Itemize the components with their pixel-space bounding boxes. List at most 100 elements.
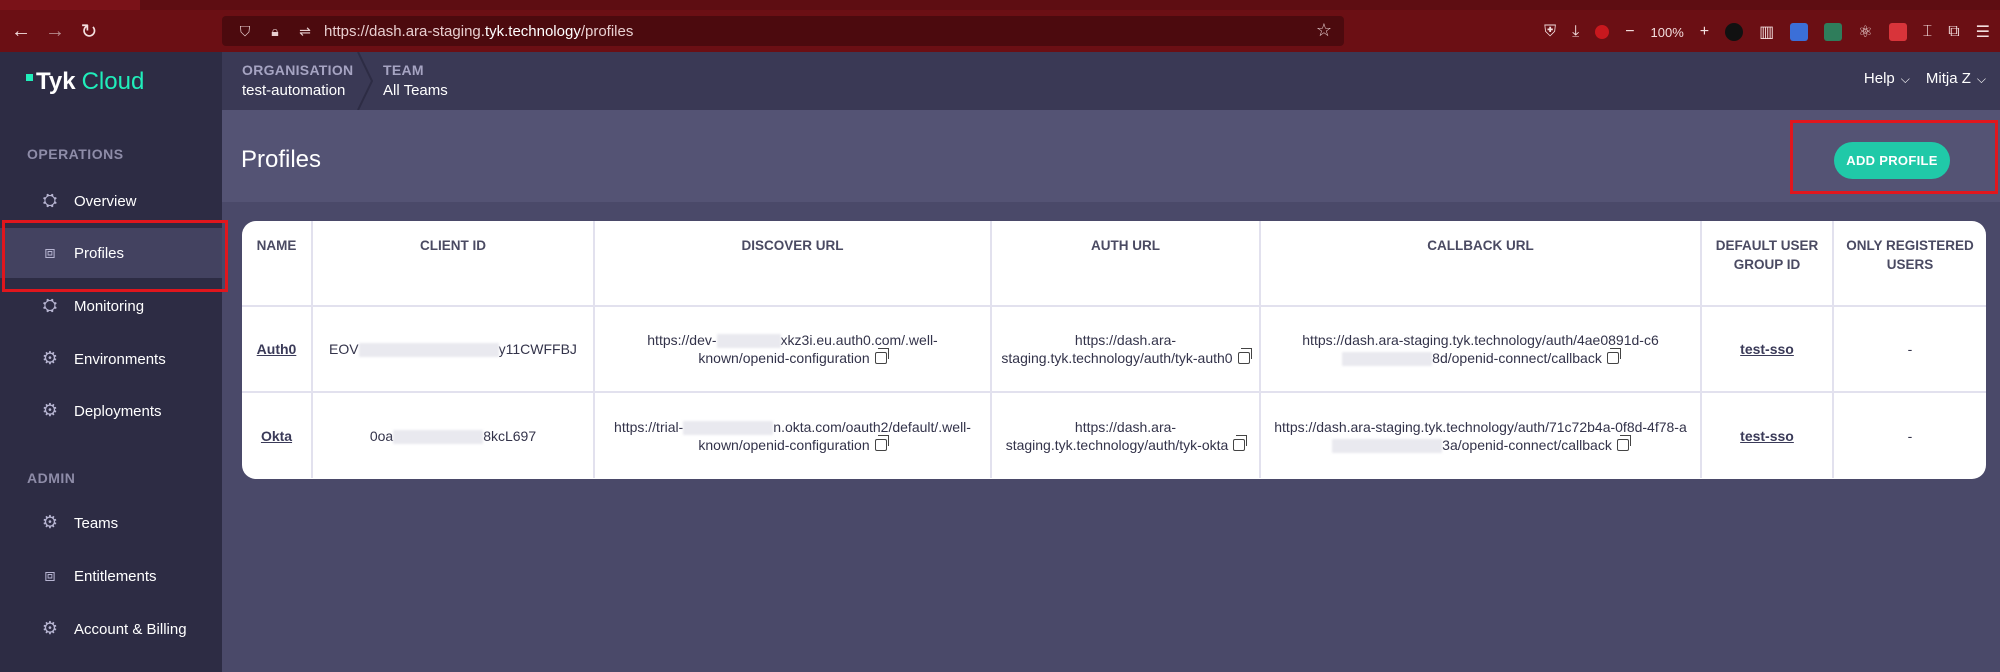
section-admin: ADMIN xyxy=(27,470,76,486)
sidebar-item-label: Deployments xyxy=(74,402,162,420)
profile-link-auth0[interactable]: Auth0 xyxy=(257,341,297,357)
profiles-table-card: NAME CLIENT ID DISCOVER URL AUTH URL CAL… xyxy=(242,221,1986,479)
sidebar-item-environments[interactable]: ⚙ Environments xyxy=(0,334,222,384)
redacted-block xyxy=(716,334,781,349)
zoom-in-icon[interactable]: + xyxy=(1700,23,1709,41)
sidebar-item-label: Entitlements xyxy=(74,567,157,585)
sidebar-item-monitoring[interactable]: ⛭ Monitoring xyxy=(0,281,222,331)
column-header-only-registered-users: ONLY REGISTERED USERS xyxy=(1833,221,1986,307)
callback-url-start: https://dash.ara-staging.tyk.technology/… xyxy=(1302,332,1659,348)
help-label: Help xyxy=(1863,70,1895,87)
password-manager-icon[interactable] xyxy=(1725,23,1744,41)
sidebar-item-label: Monitoring xyxy=(74,297,145,315)
group-link[interactable]: test-sso xyxy=(1740,428,1794,444)
discover-url-start: https://dev- xyxy=(647,332,717,348)
extensions-puzzle-icon[interactable]: ⧉ xyxy=(1948,23,1959,41)
column-header-default-user-group-id: DEFAULT USER GROUP ID xyxy=(1701,221,1834,307)
group-link[interactable]: test-sso xyxy=(1740,341,1794,357)
profile-link-okta[interactable]: Okta xyxy=(261,428,292,444)
discover-url-start: https://trial- xyxy=(614,418,684,435)
client-id-start: 0oa xyxy=(369,427,394,444)
browser-tabstrip xyxy=(140,0,2000,10)
url-prefix: https://dash.ara-staging. xyxy=(324,22,485,40)
back-icon[interactable]: ← xyxy=(4,14,38,48)
user-menu[interactable]: Mitja Z ⌵ xyxy=(1926,70,1986,87)
logo-cloud-text: Cloud xyxy=(81,68,145,95)
profiles-table: NAME CLIENT ID DISCOVER URL AUTH URL CAL… xyxy=(242,221,1986,478)
help-menu[interactable]: Help ⌵ xyxy=(1864,70,1910,87)
redacted-block xyxy=(358,343,499,358)
translate-icon[interactable] xyxy=(1790,23,1809,41)
cell-client-id: EOV y11CWFFBJ xyxy=(312,306,595,393)
extension-icon[interactable] xyxy=(1824,23,1843,41)
breadcrumb-separator-icon xyxy=(357,52,374,110)
cell-auth-url: https://dash.ara-staging.tyk.technology/… xyxy=(991,392,1261,478)
sidebar-item-label: Teams xyxy=(74,514,119,532)
redacted-block xyxy=(1342,352,1433,367)
environments-icon: ⚙ xyxy=(41,348,59,368)
team-label: TEAM xyxy=(383,62,424,78)
react-devtools-icon[interactable]: ⚛ xyxy=(1858,22,1872,42)
sidebar-item-account-billing[interactable]: ⚙ Account & Billing xyxy=(0,604,222,654)
page-title: Profiles xyxy=(241,146,322,173)
sidebar-item-label: Environments xyxy=(74,350,166,368)
sidebar-item-teams[interactable]: ⚙ Teams xyxy=(0,498,222,548)
copy-icon[interactable] xyxy=(1233,434,1248,451)
pocket-icon[interactable]: ⛨ xyxy=(1544,23,1556,41)
sidebar-item-entitlements[interactable]: ⧈ Entitlements xyxy=(0,551,222,601)
sidebar-item-profiles[interactable]: ⧈ Profiles xyxy=(0,228,222,278)
columns-icon[interactable]: ▥ xyxy=(1759,22,1774,42)
sidebar-item-label: Account & Billing xyxy=(74,620,187,638)
cell-name: Okta xyxy=(242,392,313,478)
sidebar-item-deployments[interactable]: ⚙ Deployments xyxy=(0,386,222,436)
auth-url-text: https://dash.ara-staging.tyk.technology/… xyxy=(1001,332,1233,366)
cell-discover-url: https://dev-xkz3i.eu.auth0.com/.well-kno… xyxy=(594,306,992,393)
cell-only-registered: - xyxy=(1833,306,1986,393)
zoom-out-icon[interactable]: − xyxy=(1625,23,1634,41)
logo-tyk-text: Tyk xyxy=(36,68,76,95)
cell-default-group: test-sso xyxy=(1701,306,1834,393)
main-content: Profiles ADD PROFILE NAME CLIENT ID DISC… xyxy=(222,110,2000,672)
column-header-client-id: CLIENT ID xyxy=(312,221,595,307)
auth-url-text: https://dash.ara-staging.tyk.technology/… xyxy=(1005,418,1229,453)
column-header-callback-url: CALLBACK URL xyxy=(1260,221,1702,307)
organisation-label: ORGANISATION xyxy=(242,62,354,78)
overview-icon: ⛭ xyxy=(42,190,58,210)
ublock-icon[interactable] xyxy=(1595,25,1610,39)
url-bar[interactable]: ⛉ 🔒︎ ⇌ https://dash.ara-staging. tyk.tech… xyxy=(222,16,1344,46)
cell-callback-url: https://dash.ara-staging.tyk.technology/… xyxy=(1260,306,1702,393)
url-host: tyk.technology xyxy=(484,22,581,40)
permissions-icon[interactable]: ⇌ xyxy=(294,23,316,40)
browser-toolbar: ← → ↻ ⛉ 🔒︎ ⇌ https://dash.ara-staging. ty… xyxy=(0,0,2000,52)
column-header-auth-url: AUTH URL xyxy=(991,221,1261,307)
copy-icon[interactable] xyxy=(1606,348,1621,364)
monitoring-icon: ⛭ xyxy=(42,295,58,315)
sidebar: Tyk Cloud OPERATIONS ⛭ Overview ⧈ Profil… xyxy=(0,52,222,672)
add-profile-button[interactable]: ADD PROFILE xyxy=(1834,142,1950,179)
tyk-cloud-logo[interactable]: Tyk Cloud xyxy=(26,68,144,96)
table-row: Okta 0oa 8kcL697 https://trial-n.okta.com… xyxy=(242,392,1986,478)
copy-icon[interactable] xyxy=(1237,348,1252,364)
sidebar-item-overview[interactable]: ⛭ Overview xyxy=(0,176,222,226)
reload-icon[interactable]: ↻ xyxy=(72,14,106,48)
team-value: All Teams xyxy=(383,82,448,99)
user-name: Mitja Z xyxy=(1925,70,1971,87)
bookmark-star-icon[interactable]: ☆ xyxy=(1316,20,1332,41)
cell-default-group: test-sso xyxy=(1701,392,1834,478)
copy-icon[interactable] xyxy=(874,348,889,364)
cell-discover-url: https://trial-n.okta.com/oauth2/default/… xyxy=(594,392,992,478)
breadcrumb-team[interactable]: TEAM All Teams xyxy=(383,62,448,99)
copy-icon[interactable] xyxy=(874,434,889,451)
download-icon[interactable]: ⤓ xyxy=(1572,23,1579,41)
text-tool-icon[interactable]: ⌶ xyxy=(1923,23,1933,41)
extension-red-icon[interactable] xyxy=(1888,23,1907,41)
sidebar-item-label: Profiles xyxy=(74,244,125,262)
organisation-value: test-automation xyxy=(242,82,346,99)
forward-icon[interactable]: → xyxy=(38,14,72,48)
breadcrumb-organisation[interactable]: ORGANISATION test-automation xyxy=(242,62,353,99)
zoom-level[interactable]: 100% xyxy=(1651,25,1684,40)
profiles-icon: ⧈ xyxy=(44,242,56,262)
copy-icon[interactable] xyxy=(1616,434,1631,451)
menu-icon[interactable]: ☰ xyxy=(1976,22,1990,42)
deployments-icon: ⚙ xyxy=(41,400,59,420)
